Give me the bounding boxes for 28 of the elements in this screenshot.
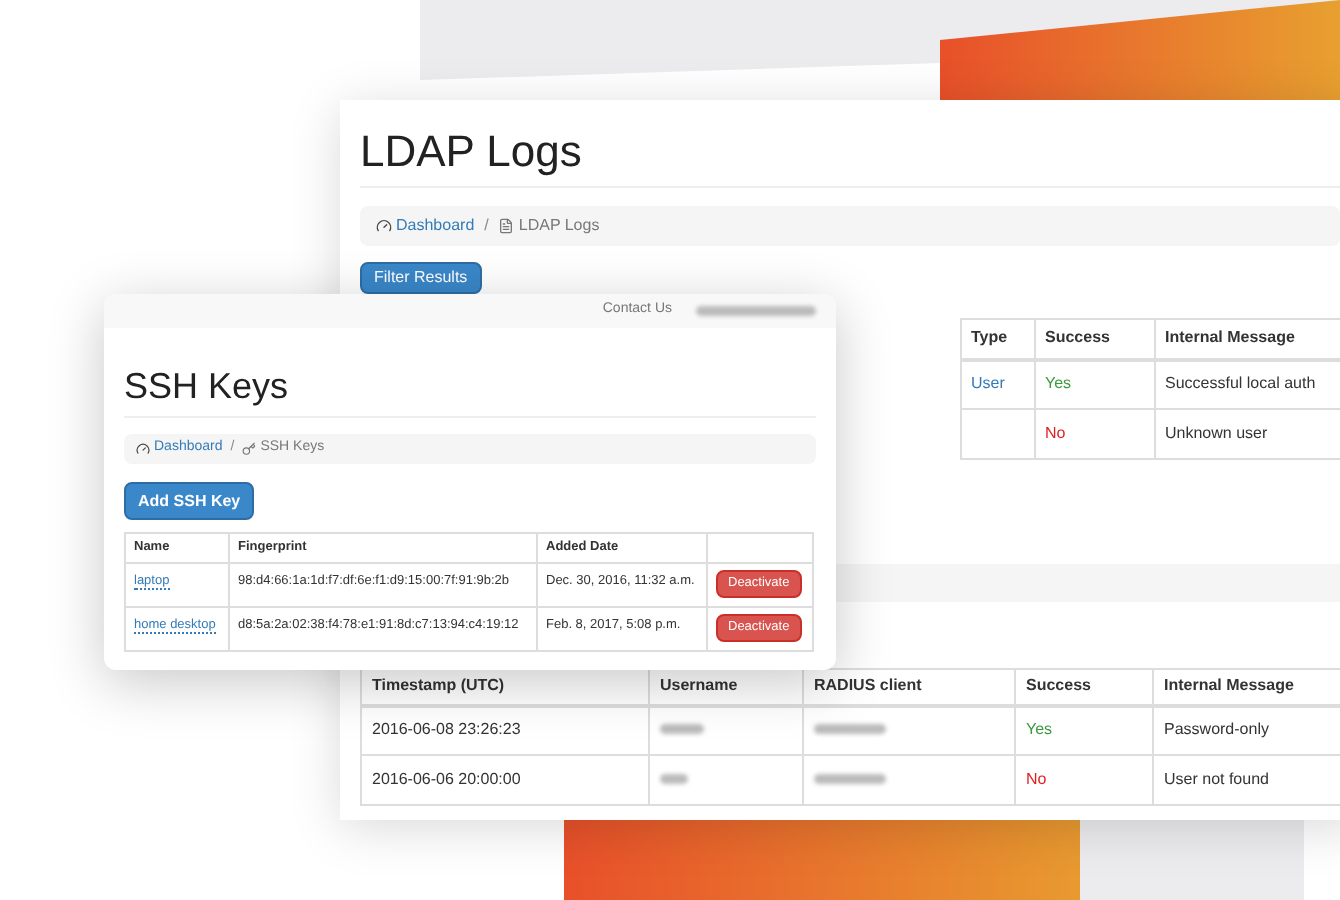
key-icon — [242, 442, 257, 456]
table-cell: 2016-06-06 20:00:00 — [361, 755, 649, 805]
filter-results-button[interactable]: Filter Results — [360, 262, 482, 294]
table-cell: 2016-06-08 23:26:23 — [361, 705, 649, 755]
page-title: SSH Keys — [124, 364, 291, 408]
blurred-text — [814, 774, 886, 784]
blurred-text — [696, 306, 816, 316]
blurred-text — [814, 724, 886, 735]
blurred-text — [660, 774, 688, 784]
dashboard-icon — [376, 218, 392, 234]
dashboard-icon — [136, 442, 150, 456]
column-header: Internal Message — [1154, 319, 1340, 359]
breadcrumb-current: LDAP Logs — [498, 214, 600, 238]
add-ssh-key-button[interactable]: Add SSH Key — [124, 482, 255, 520]
breadcrumb-separator: / — [484, 214, 489, 238]
table-cell: No — [1015, 755, 1153, 805]
table-cell: Yes — [1034, 359, 1154, 409]
page-title: LDAP Logs — [360, 126, 584, 178]
column-header: Type — [960, 319, 1034, 359]
type-link[interactable]: User — [971, 374, 1005, 393]
document-icon — [498, 218, 515, 234]
table-cell: No — [1034, 409, 1154, 459]
blurred-text — [660, 724, 704, 735]
column-header: Success — [1034, 319, 1154, 359]
column-header: Internal Message — [1153, 669, 1340, 705]
breadcrumb-link[interactable]: Dashboard — [376, 214, 475, 238]
table-cell: Yes — [1015, 705, 1153, 755]
column-header: Success — [1015, 669, 1153, 705]
